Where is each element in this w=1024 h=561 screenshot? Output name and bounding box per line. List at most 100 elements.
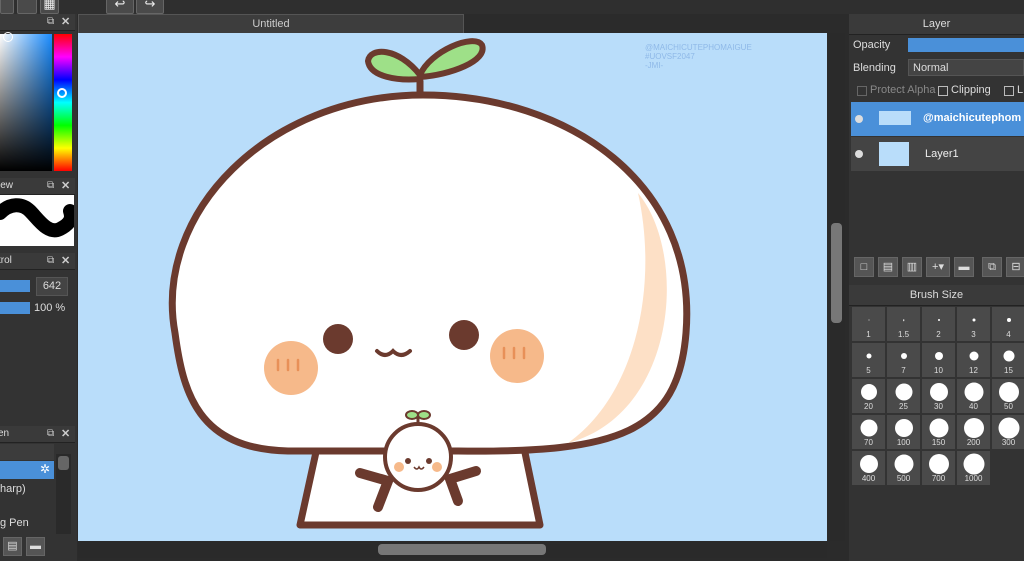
brush-size-cell[interactable]: 7 — [887, 343, 920, 377]
brush-size-cell[interactable]: 2 — [922, 307, 955, 341]
close-icon[interactable]: ✕ — [61, 178, 70, 194]
vertical-scrollbar[interactable] — [828, 33, 845, 541]
layer-row[interactable]: Layer1 — [851, 137, 1024, 171]
brush-size-cell[interactable]: 150 — [922, 415, 955, 449]
brush-size-dot-icon — [937, 319, 940, 321]
folder-icon[interactable]: ▬ — [954, 257, 974, 277]
brush-size-label: 20 — [864, 402, 873, 411]
brush-size-cell[interactable]: 30 — [922, 379, 955, 413]
brush-size-label: 1 — [866, 330, 871, 339]
brush-size-dot-icon — [1006, 318, 1011, 322]
brush-size-cell[interactable]: 300 — [992, 415, 1024, 449]
redo-icon[interactable]: ↪ — [136, 0, 164, 14]
visibility-icon[interactable] — [855, 115, 863, 123]
brush-size-dot-icon — [998, 417, 1019, 439]
close-icon[interactable]: ✕ — [61, 253, 70, 269]
scrollbar-thumb[interactable] — [58, 456, 69, 470]
brush-size-cell[interactable]: 4 — [992, 307, 1024, 341]
popout-icon[interactable]: ⧉ — [47, 14, 54, 30]
pen-list-item-0[interactable] — [0, 444, 54, 460]
folder-icon[interactable]: ▬ — [26, 537, 45, 556]
brush-size-cell[interactable]: 100 — [887, 415, 920, 449]
brush-size-cell[interactable]: 1000 — [957, 451, 990, 485]
popout-icon[interactable]: ⧉ — [47, 178, 54, 194]
brush-size-cell[interactable]: 400 — [852, 451, 885, 485]
opacity-slider[interactable] — [0, 302, 30, 314]
merge-layer-icon[interactable]: ⊟ — [1006, 257, 1024, 277]
brush-size-cell[interactable]: 25 — [887, 379, 920, 413]
pen-panel-title: en — [0, 428, 10, 439]
brush-size-dot-icon — [963, 418, 984, 438]
close-icon[interactable]: ✕ — [61, 426, 70, 442]
brush-size-cell[interactable]: 15 — [992, 343, 1024, 377]
hue-handle[interactable] — [57, 88, 67, 98]
pen-list-item-selected[interactable]: ✲ — [0, 461, 54, 479]
brush-preview-header: iew ⧉ ✕ — [0, 178, 75, 195]
layer-thumbnail — [879, 111, 911, 125]
gear-icon[interactable]: ✲ — [40, 462, 50, 476]
pen-list-item[interactable]: g Pen — [0, 514, 54, 532]
lock-label: L — [1017, 84, 1024, 96]
new-layer-1bit-icon[interactable]: ▥ — [902, 257, 922, 277]
pen-list-item[interactable]: harp) — [0, 480, 54, 498]
brush-size-cell[interactable]: 50 — [992, 379, 1024, 413]
brush-size-label: 70 — [864, 438, 873, 447]
toolbar-button-1[interactable] — [0, 0, 14, 14]
visibility-icon[interactable] — [855, 150, 863, 158]
size-value[interactable]: 642 — [36, 277, 68, 296]
brush-size-cell[interactable]: 200 — [957, 415, 990, 449]
brush-size-cell[interactable]: 40 — [957, 379, 990, 413]
toolbar-button-2[interactable] — [17, 0, 37, 14]
canvas[interactable]: @MAICHICUTEPHOMAIGUE #UOVSF2047 -JMI- — [78, 33, 827, 541]
duplicate-layer-icon[interactable]: ⧉ — [982, 257, 1002, 277]
close-icon[interactable]: ✕ — [61, 14, 70, 30]
horizontal-scrollbar-thumb[interactable] — [378, 544, 546, 555]
top-toolbar: ▦ ↩ ↪ — [0, 0, 1024, 14]
new-layer-8bit-icon[interactable]: ▤ — [878, 257, 898, 277]
brush-size-cell[interactable]: 12 — [957, 343, 990, 377]
canvas-tab[interactable]: Untitled — [78, 14, 464, 34]
brush-size-cell[interactable]: 70 — [852, 415, 885, 449]
protect-alpha-checkbox[interactable] — [857, 86, 867, 96]
brush-size-cell[interactable]: 700 — [922, 451, 955, 485]
brush-size-cell[interactable]: 20 — [852, 379, 885, 413]
grid-icon[interactable]: ▦ — [40, 0, 59, 14]
popout-icon[interactable]: ⧉ — [47, 426, 54, 442]
layer-row-selected[interactable]: @maichicutephom — [851, 102, 1024, 136]
lock-checkbox[interactable] — [1004, 86, 1014, 96]
brush-size-label: 4 — [1006, 330, 1011, 339]
brush-size-cell[interactable]: 3 — [957, 307, 990, 341]
brush-size-cell[interactable]: 1.5 — [887, 307, 920, 341]
size-slider[interactable] — [0, 280, 30, 292]
brush-size-dot-icon — [860, 384, 877, 400]
popout-icon[interactable]: ⧉ — [47, 253, 54, 269]
undo-icon[interactable]: ↩ — [106, 0, 134, 14]
brush-size-label: 1000 — [964, 474, 983, 483]
horizontal-scrollbar[interactable] — [78, 541, 827, 558]
brush-size-label: 400 — [861, 474, 876, 483]
hue-slider[interactable] — [54, 34, 72, 171]
vertical-scrollbar-thumb[interactable] — [831, 223, 842, 323]
layer-name: Layer1 — [925, 148, 959, 160]
pen-list-scrollbar[interactable] — [56, 454, 71, 534]
blending-select[interactable]: Normal — [908, 59, 1024, 76]
color-handle[interactable] — [3, 32, 13, 42]
brush-size-label: 50 — [1004, 402, 1013, 411]
brush-size-cell[interactable]: 10 — [922, 343, 955, 377]
brush-size-cell[interactable]: 5 — [852, 343, 885, 377]
brush-stroke-preview — [0, 195, 78, 246]
control-title: trol — [0, 255, 12, 266]
new-layer-icon[interactable]: □ — [854, 257, 874, 277]
brush-size-label: 12 — [969, 366, 978, 375]
add-layer-dropdown-icon[interactable]: +▾ — [926, 257, 950, 277]
brush-size-cell[interactable]: 1 — [852, 307, 885, 341]
brush-size-dot-icon — [929, 418, 948, 438]
new-brush-icon[interactable]: ▤ — [3, 537, 22, 556]
layer-opacity-slider[interactable] — [908, 38, 1024, 52]
brush-size-dot-icon — [928, 454, 949, 474]
color-picker-square[interactable] — [0, 34, 52, 171]
brush-size-cell[interactable]: 500 — [887, 451, 920, 485]
layer-name: @maichicutephom — [923, 112, 1022, 124]
clipping-checkbox[interactable] — [938, 86, 948, 96]
brush-size-label: 500 — [896, 474, 911, 483]
